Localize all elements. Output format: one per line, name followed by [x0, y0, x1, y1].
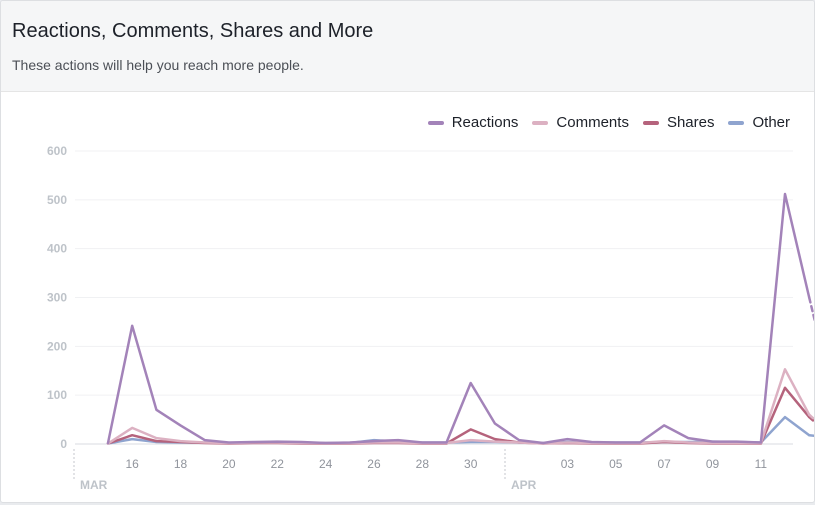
shares-swatch-icon	[642, 120, 659, 125]
reactions-swatch-icon	[427, 120, 444, 125]
other-swatch-icon	[728, 120, 745, 125]
legend-label-comments: Comments	[556, 114, 629, 131]
line-chart: 0 100 200 300 400 500 600 16 18 20 22 24 26 28 30 03 05 0…	[47, 144, 814, 492]
x-tick-label: 30	[464, 457, 478, 471]
month-label: APR	[511, 478, 537, 492]
legend-label-shares: Shares	[666, 114, 715, 131]
legend-label-reactions: Reactions	[451, 114, 519, 131]
series-line-reactions	[106, 192, 811, 445]
comments-swatch-icon	[532, 120, 549, 125]
y-tick-label: 0	[60, 437, 67, 451]
y-tick-label: 100	[47, 388, 67, 402]
legend-item-other[interactable]: Other	[728, 114, 790, 131]
x-tick-label: 20	[222, 457, 236, 471]
x-tick-label: 07	[657, 457, 671, 471]
series-line-comments	[106, 368, 811, 445]
y-tick-label: 300	[47, 291, 67, 305]
x-tick-label: 26	[367, 457, 381, 471]
reactions-card: Reactions, Comments, Shares and More The…	[0, 0, 815, 503]
x-tick-label: 22	[271, 457, 285, 471]
y-tick-label: 200	[47, 339, 67, 353]
legend-item-reactions[interactable]: Reactions	[427, 114, 519, 131]
x-tick-label: 09	[706, 457, 720, 471]
x-tick-label: 18	[174, 457, 188, 471]
y-tick-label: 400	[47, 242, 67, 256]
chart-legend: Reactions Comments Shares Other	[414, 114, 790, 131]
x-tick-label: 11	[755, 457, 768, 471]
x-tick-label: 05	[609, 457, 623, 471]
legend-label-other: Other	[752, 114, 790, 131]
month-label: MAR	[80, 478, 108, 492]
x-tick-label: 16	[126, 457, 140, 471]
legend-item-shares[interactable]: Shares	[642, 114, 715, 131]
x-tick-label: 28	[416, 457, 430, 471]
series-projection-other	[807, 433, 814, 438]
series-projection-reactions	[807, 296, 814, 323]
y-tick-label: 500	[47, 193, 67, 207]
y-tick-label: 600	[47, 144, 67, 158]
x-tick-label: 24	[319, 457, 333, 471]
legend-item-comments[interactable]: Comments	[532, 114, 629, 131]
x-tick-label: 03	[561, 457, 575, 471]
